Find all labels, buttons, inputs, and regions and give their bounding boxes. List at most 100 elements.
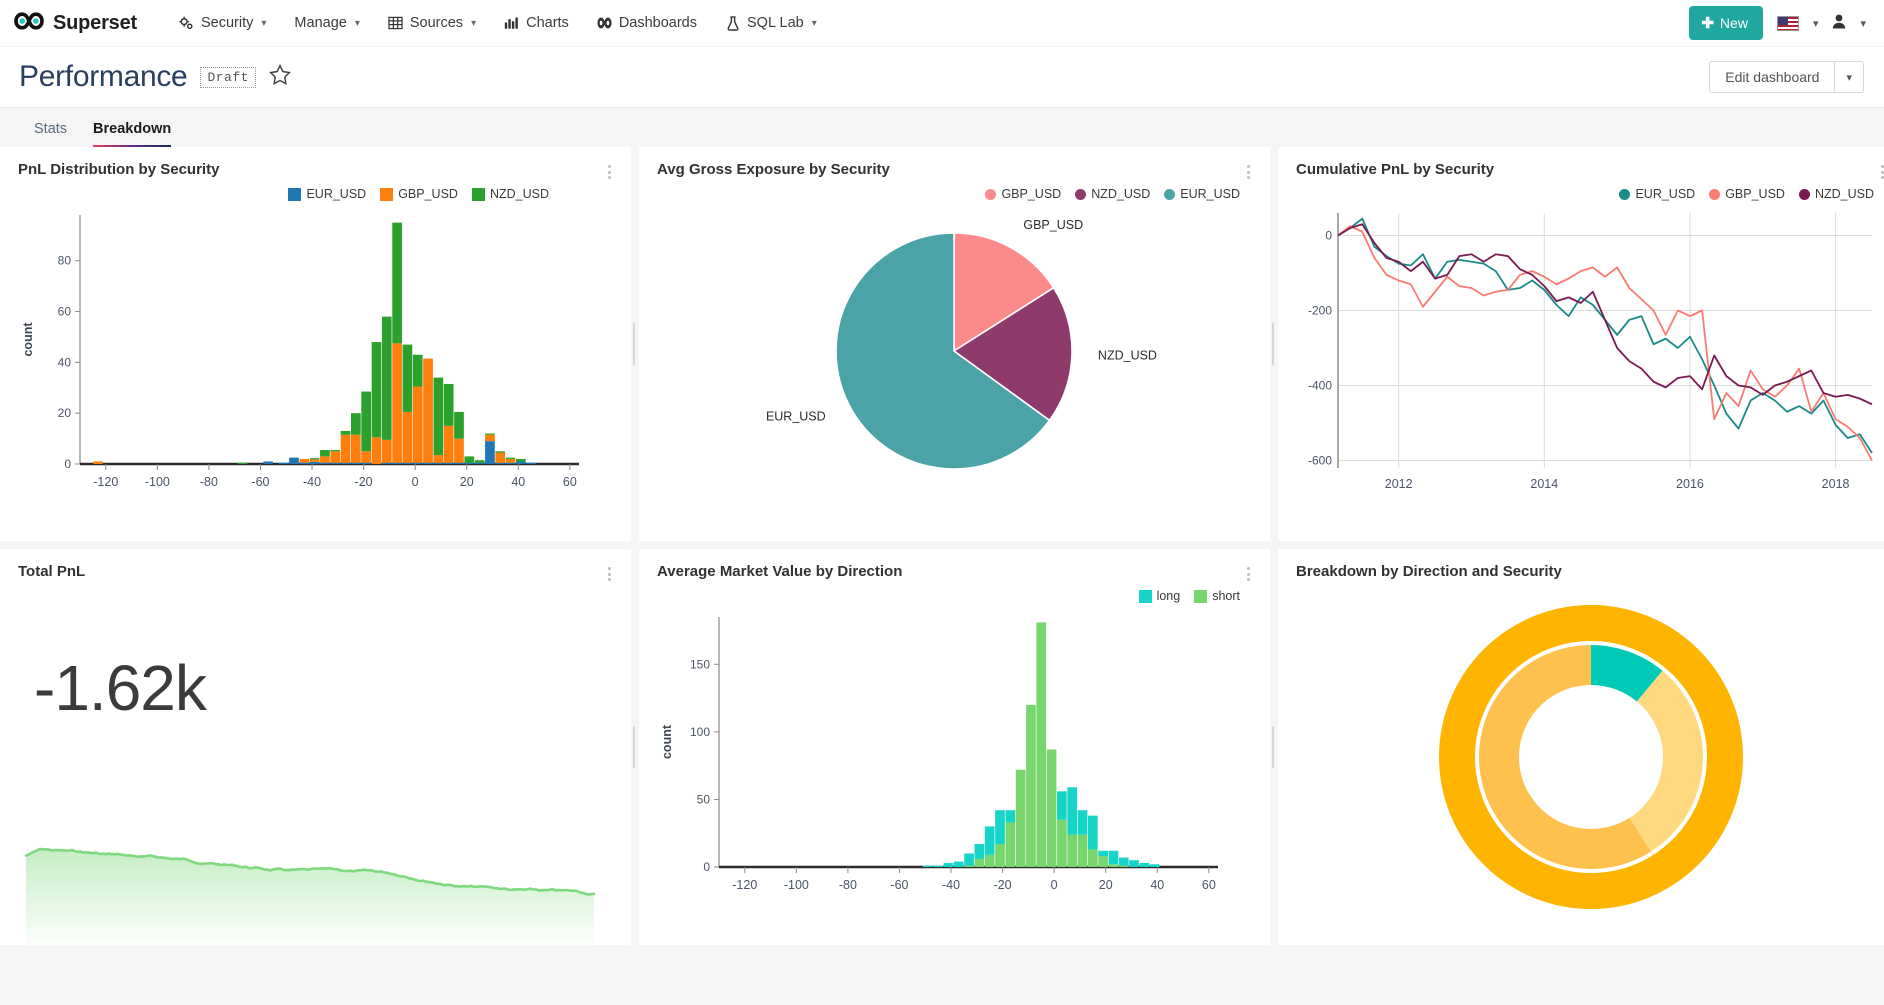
language-chevron-down-icon[interactable]: ▾ (1813, 17, 1819, 30)
tab-stats[interactable]: Stats (34, 121, 67, 147)
svg-text:60: 60 (563, 475, 577, 489)
chart-title: Total PnL (18, 563, 85, 580)
legend-item-long[interactable]: long (1139, 589, 1181, 603)
legend-label: short (1212, 589, 1240, 603)
legend-dot (1709, 189, 1720, 200)
svg-text:-100: -100 (145, 475, 170, 489)
chart-title: Cumulative PnL by Security (1296, 161, 1494, 178)
legend-label: EUR_USD (1180, 187, 1240, 201)
bar-chart-icon (504, 16, 519, 31)
svg-text:0: 0 (64, 457, 71, 471)
navbar-right-actions: ✚ New ▾ ▾ (1689, 6, 1866, 40)
svg-text:-120: -120 (93, 475, 118, 489)
legend-item-short[interactable]: short (1194, 589, 1240, 603)
resize-handle[interactable] (1272, 726, 1274, 768)
svg-text:-40: -40 (942, 878, 960, 892)
nav-item-security[interactable]: Security ▾ (165, 9, 280, 37)
svg-text:-20: -20 (355, 475, 373, 489)
legend-dot (1075, 189, 1086, 200)
chart-title: Avg Gross Exposure by Security (657, 161, 890, 178)
brand-name: Superset (53, 12, 137, 35)
chart-card-cumulative-pnl-by-security: Cumulative PnL by Security EUR_USD GBP_U… (1278, 147, 1884, 549)
svg-text:2012: 2012 (1385, 477, 1413, 491)
pie-plot: GBP_USDNZD_USDEUR_USD (657, 201, 1252, 506)
chart-header: Breakdown by Direction and Security (1296, 563, 1884, 585)
svg-text:60: 60 (1202, 878, 1216, 892)
legend-item-gbp-usd[interactable]: GBP_USD (1709, 187, 1785, 201)
svg-text:20: 20 (1099, 878, 1113, 892)
line-plot: 0-200-400-6002012201420162018 (1296, 201, 1884, 511)
tab-breakdown[interactable]: Breakdown (93, 121, 171, 147)
svg-text:-40: -40 (303, 475, 321, 489)
svg-text:-80: -80 (839, 878, 857, 892)
legend-label: NZD_USD (490, 187, 549, 201)
brand-logo[interactable]: Superset (14, 12, 137, 35)
new-button[interactable]: ✚ New (1689, 6, 1763, 40)
plus-icon: ✚ (1701, 14, 1714, 32)
svg-text:-400: -400 (1308, 379, 1332, 393)
legend-label: GBP_USD (398, 187, 458, 201)
dashboard-icon (597, 16, 612, 31)
legend-item-eur-usd[interactable]: EUR_USD (1164, 187, 1240, 201)
nav-item-manage[interactable]: Manage ▾ (280, 9, 373, 37)
chart-menu-kebab-icon[interactable] (606, 161, 613, 183)
chart-menu-kebab-icon[interactable] (1879, 161, 1884, 183)
chart-header: Cumulative PnL by Security (1296, 161, 1884, 183)
star-outline-icon[interactable] (269, 64, 291, 90)
svg-text:2014: 2014 (1530, 477, 1558, 491)
legend-item-nzd-usd[interactable]: NZD_USD (1799, 187, 1874, 201)
chart-menu-kebab-icon[interactable] (1245, 161, 1252, 183)
us-flag-icon[interactable] (1777, 16, 1799, 31)
resize-handle[interactable] (633, 726, 635, 768)
legend-item-gbp-usd[interactable]: GBP_USD (380, 187, 458, 201)
sunburst-plot (1296, 585, 1884, 935)
nav-item-label: Dashboards (619, 15, 697, 31)
legend-swatch (288, 188, 301, 201)
chart-title: Breakdown by Direction and Security (1296, 563, 1562, 580)
chart-header: Avg Gross Exposure by Security (657, 161, 1252, 183)
resize-handle[interactable] (1272, 323, 1274, 365)
svg-text:EUR_USD: EUR_USD (766, 409, 826, 423)
nav-item-dashboards[interactable]: Dashboards (583, 9, 711, 37)
nav-item-sources[interactable]: Sources ▾ (374, 9, 490, 37)
svg-text:20: 20 (460, 475, 474, 489)
user-chevron-down-icon[interactable]: ▾ (1860, 17, 1866, 30)
legend-label: GBP_USD (1001, 187, 1061, 201)
chart-card-total-pnl: Total PnL -1.62k (0, 549, 639, 953)
nav-item-sql-lab[interactable]: SQL Lab ▾ (711, 9, 831, 37)
resize-handle[interactable] (633, 323, 635, 365)
histogram-svg: 020406080-120-100-80-60-40-200204060coun… (18, 201, 613, 506)
edit-dashboard-button[interactable]: Edit dashboard (1709, 61, 1835, 93)
legend-item-gbp-usd[interactable]: GBP_USD (985, 187, 1061, 201)
chart-card-avg-gross-exposure-by-security: Avg Gross Exposure by Security GBP_USD N… (639, 147, 1278, 549)
chevron-down-icon: ▾ (261, 18, 266, 29)
legend-label: long (1157, 589, 1181, 603)
nav-item-label: Security (201, 15, 253, 31)
legend-item-nzd-usd[interactable]: NZD_USD (472, 187, 549, 201)
user-icon[interactable] (1832, 14, 1846, 33)
chart-menu-kebab-icon[interactable] (606, 563, 613, 585)
svg-text:NZD_USD: NZD_USD (1098, 349, 1157, 363)
chart-menu-kebab-icon[interactable] (1245, 563, 1252, 585)
svg-text:count: count (21, 322, 35, 357)
legend-swatch (1139, 590, 1152, 603)
chart-header: PnL Distribution by Security (18, 161, 613, 183)
histogram-plot: 020406080-120-100-80-60-40-200204060coun… (18, 201, 613, 511)
legend-item-eur-usd[interactable]: EUR_USD (288, 187, 366, 201)
edit-dashboard-chevron-down-icon[interactable]: ▾ (1835, 61, 1864, 93)
top-navbar: Superset Security ▾ Manage ▾ (0, 0, 1884, 47)
svg-text:100: 100 (690, 725, 710, 739)
svg-text:150: 150 (690, 657, 710, 671)
legend-item-nzd-usd[interactable]: NZD_USD (1075, 187, 1150, 201)
line-svg: 0-200-400-6002012201420162018 (1296, 201, 1884, 506)
svg-text:-60: -60 (251, 475, 269, 489)
sparkline-container (18, 799, 613, 945)
svg-text:-20: -20 (994, 878, 1012, 892)
svg-text:-80: -80 (200, 475, 218, 489)
nav-item-charts[interactable]: Charts (490, 9, 583, 37)
svg-text:20: 20 (58, 406, 72, 420)
big-number-value: -1.62k (34, 651, 613, 725)
histogram-plot: 050100150-120-100-80-60-40-200204060coun… (657, 603, 1252, 918)
chart-title: PnL Distribution by Security (18, 161, 219, 178)
legend-item-eur-usd[interactable]: EUR_USD (1619, 187, 1695, 201)
